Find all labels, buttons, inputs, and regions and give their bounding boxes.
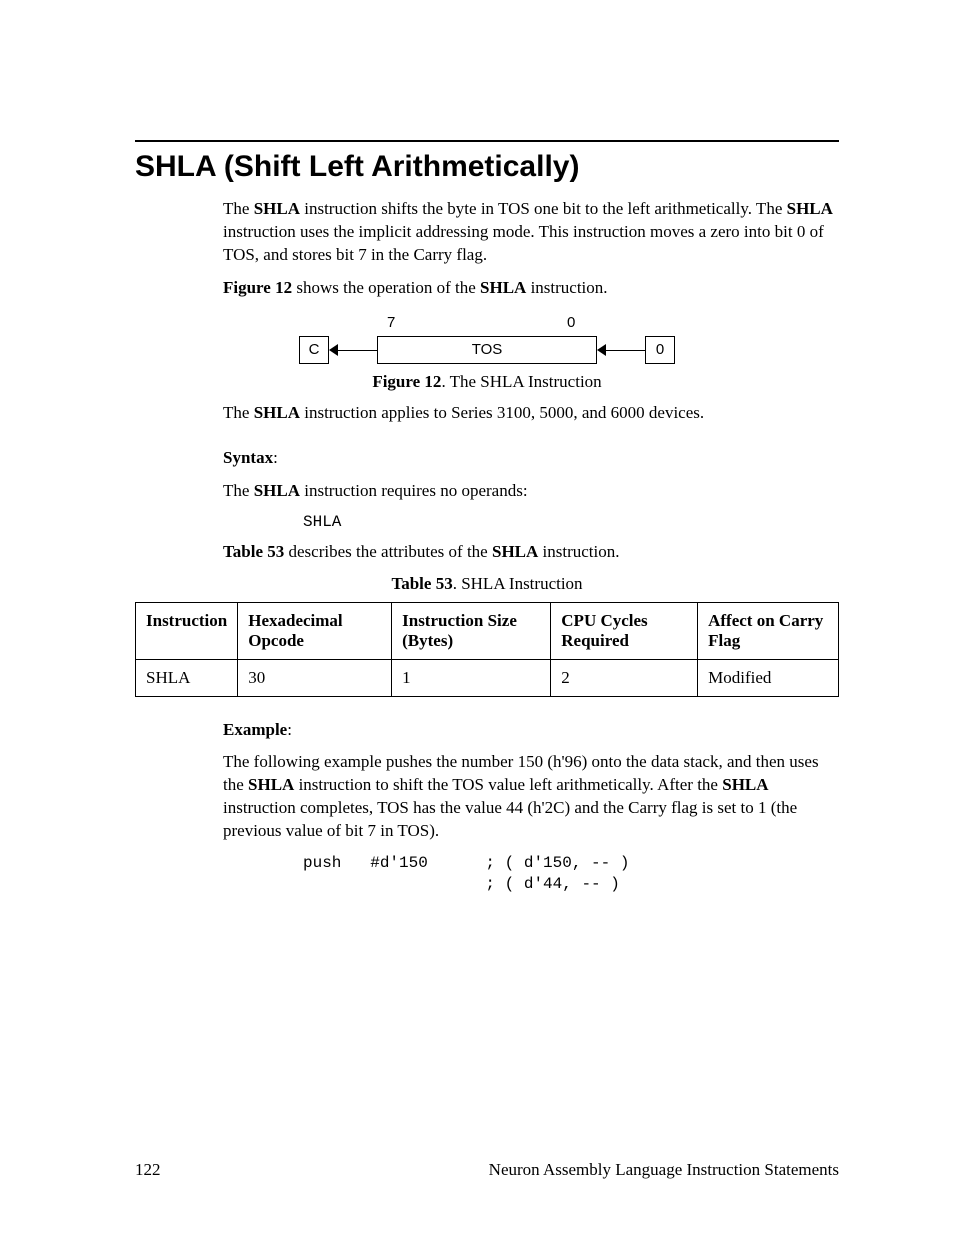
table-header-row: Instruction Hexadecimal Opcode Instructi… <box>136 602 839 659</box>
body-intro: The SHLA instruction shifts the byte in … <box>223 198 839 300</box>
example-section: Example: The following example pushes th… <box>223 719 839 895</box>
bold-shla: SHLA <box>254 199 300 218</box>
bold-shla: SHLA <box>248 775 294 794</box>
intro-paragraph: The SHLA instruction shifts the byte in … <box>223 198 839 267</box>
carry-box: C <box>299 336 329 364</box>
shla-diagram: 7 0 C TOS 0 <box>277 314 697 366</box>
text: instruction requires no operands: <box>300 481 528 500</box>
figure-12-diagram: 7 0 C TOS 0 Figure 12. The SHLA Instruct… <box>135 314 839 392</box>
arrow-left-icon <box>329 336 377 364</box>
text: The <box>223 199 254 218</box>
syntax-desc: The SHLA instruction requires no operand… <box>223 480 839 503</box>
bold-fig: Figure 12 <box>372 372 441 391</box>
th-size: Instruction Size (Bytes) <box>392 602 551 659</box>
syntax-heading: Syntax: <box>223 447 839 470</box>
footer-section-title: Neuron Assembly Language Instruction Sta… <box>489 1160 839 1180</box>
table-row: SHLA 30 1 2 Modified <box>136 659 839 696</box>
text: instruction shifts the byte in TOS one b… <box>300 199 787 218</box>
bold-table: Table 53 <box>223 542 284 561</box>
th-carry: Affect on Carry Flag <box>698 602 839 659</box>
diagram-row: C TOS 0 <box>277 334 697 366</box>
td-opcode: 30 <box>238 659 392 696</box>
rule-top <box>135 140 839 142</box>
text: instruction applies to Series 3100, 5000… <box>300 403 704 422</box>
colon: : <box>273 448 278 467</box>
text: instruction uses the implicit addressing… <box>223 222 824 264</box>
th-instruction: Instruction <box>136 602 238 659</box>
td-carry: Modified <box>698 659 839 696</box>
td-size: 1 <box>392 659 551 696</box>
th-opcode: Hexadecimal Opcode <box>238 602 392 659</box>
bold-shla: SHLA <box>787 199 833 218</box>
table-reference: Table 53 describes the attributes of the… <box>223 541 839 564</box>
bold-shla: SHLA <box>254 481 300 500</box>
example-label: Example <box>223 720 287 739</box>
syntax-section: Syntax: The SHLA instruction requires no… <box>223 447 839 564</box>
colon: : <box>287 720 292 739</box>
attribute-table: Instruction Hexadecimal Opcode Instructi… <box>135 602 839 697</box>
text: instruction completes, TOS has the value… <box>223 798 797 840</box>
section-title: SHLA (Shift Left Arithmetically) <box>135 150 839 184</box>
bold-fig: Figure 12 <box>223 278 292 297</box>
text: instruction to shift the TOS value left … <box>294 775 722 794</box>
zero-box: 0 <box>645 336 675 364</box>
example-code: push #d'150 ; ( d'150, -- ) ; ( d'44, --… <box>303 853 839 895</box>
text: instruction. <box>538 542 619 561</box>
bit-7-label: 7 <box>387 314 395 331</box>
arrow-left-icon <box>597 336 645 364</box>
figure-caption: Figure 12. The SHLA Instruction <box>135 372 839 392</box>
text: The <box>223 481 254 500</box>
td-cycles: 2 <box>551 659 698 696</box>
text: shows the operation of the <box>292 278 480 297</box>
text: . SHLA Instruction <box>453 574 583 593</box>
syntax-label: Syntax <box>223 448 273 467</box>
text: The <box>223 403 254 422</box>
bold-table: Table 53 <box>391 574 452 593</box>
applies-paragraph: The SHLA instruction applies to Series 3… <box>223 402 839 425</box>
page: SHLA (Shift Left Arithmetically) The SHL… <box>0 0 954 1235</box>
example-heading: Example: <box>223 719 839 742</box>
th-cycles: CPU Cycles Required <box>551 602 698 659</box>
tos-box: TOS <box>377 336 597 364</box>
bold-shla: SHLA <box>722 775 768 794</box>
text: instruction. <box>526 278 607 297</box>
syntax-code: SHLA <box>303 513 839 531</box>
page-footer: 122 Neuron Assembly Language Instruction… <box>135 1160 839 1180</box>
page-number: 122 <box>135 1160 161 1180</box>
bold-shla: SHLA <box>480 278 526 297</box>
example-paragraph: The following example pushes the number … <box>223 751 839 843</box>
bit-0-label: 0 <box>567 314 575 331</box>
bold-shla: SHLA <box>254 403 300 422</box>
figure-reference: Figure 12 shows the operation of the SHL… <box>223 277 839 300</box>
text: . The SHLA Instruction <box>441 372 601 391</box>
table-caption: Table 53. SHLA Instruction <box>135 574 839 594</box>
text: describes the attributes of the <box>284 542 492 561</box>
bold-shla: SHLA <box>492 542 538 561</box>
applies-to: The SHLA instruction applies to Series 3… <box>223 402 839 425</box>
bit-labels: 7 0 <box>277 314 697 332</box>
td-instruction: SHLA <box>136 659 238 696</box>
